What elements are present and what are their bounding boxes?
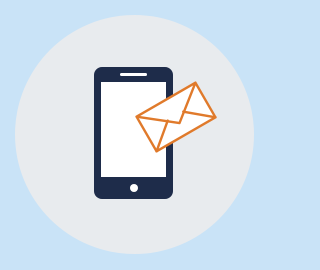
phone-email-illustration	[94, 67, 217, 199]
icon-canvas	[0, 0, 269, 270]
